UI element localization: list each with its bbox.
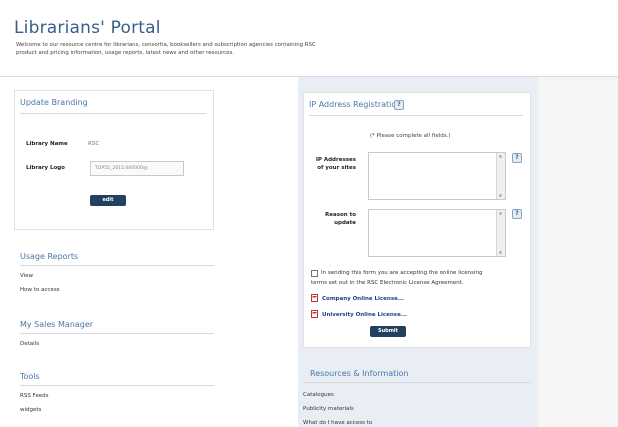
resources-heading: Resources & Information xyxy=(310,369,409,378)
university-license-link[interactable]: University Online License... xyxy=(322,312,407,318)
submit-button[interactable]: Submit xyxy=(370,326,406,337)
update-branding-heading: Update Branding xyxy=(20,98,88,107)
resources-publicity-link[interactable]: Publicity materials xyxy=(303,406,354,412)
right-column-background xyxy=(538,77,618,427)
sales-manager-details-link[interactable]: Details xyxy=(20,341,39,347)
agree-terms-text-line2: terms set out in the RSC Electronic Lice… xyxy=(311,280,464,286)
tools-divider xyxy=(20,385,214,386)
reason-label-line2: update xyxy=(334,220,356,226)
tools-widgets-link[interactable]: widgets xyxy=(20,407,41,413)
page-title: Librarians' Portal xyxy=(14,18,161,38)
ip-addresses-textarea[interactable] xyxy=(368,152,506,200)
ip-addresses-scrollbar[interactable] xyxy=(496,153,505,199)
ip-registration-help-icon[interactable]: ? xyxy=(394,100,404,110)
agree-terms-checkbox[interactable] xyxy=(311,270,318,277)
tools-rss-feeds-link[interactable]: RSS Feeds xyxy=(20,393,49,399)
reason-help-icon[interactable]: ? xyxy=(512,209,522,219)
update-branding-divider xyxy=(20,113,206,114)
ip-addresses-help-icon[interactable]: ? xyxy=(512,153,522,163)
sales-manager-divider xyxy=(20,333,214,334)
ip-registration-divider xyxy=(309,115,523,116)
sales-manager-heading: My Sales Manager xyxy=(20,320,94,329)
ip-addresses-label-line1: IP Addresses xyxy=(315,157,356,163)
reason-textarea[interactable] xyxy=(368,209,506,257)
tools-heading: Tools xyxy=(20,372,40,381)
agree-terms-text-line1: In sending this form you are accepting t… xyxy=(321,270,483,276)
library-logo-field[interactable]: TOP55_2015.000000@ xyxy=(90,161,184,176)
library-name-label: Library Name xyxy=(26,141,68,147)
pdf-icon xyxy=(311,310,318,318)
ip-registration-heading: IP Address Registration xyxy=(309,100,402,109)
usage-reports-divider xyxy=(20,265,214,266)
usage-view-link[interactable]: View xyxy=(20,273,33,279)
reason-scrollbar[interactable] xyxy=(496,210,505,256)
library-logo-label: Library Logo xyxy=(26,165,65,171)
update-branding-box xyxy=(14,90,214,230)
resources-divider xyxy=(303,382,531,383)
pdf-icon xyxy=(311,294,318,302)
company-license-link[interactable]: Company Online License... xyxy=(322,296,404,302)
usage-how-to-access-link[interactable]: How to access xyxy=(20,287,60,293)
usage-reports-heading: Usage Reports xyxy=(20,252,79,261)
ip-addresses-label-line2: of your sites xyxy=(317,165,356,171)
intro-text: Welcome to our resource centre for libra… xyxy=(16,42,316,56)
required-fields-note: (* Please complete all fields.) xyxy=(370,133,451,139)
library-name-value: RSC xyxy=(88,141,100,147)
edit-button[interactable]: edit xyxy=(90,195,126,206)
resources-access-link[interactable]: What do I have access to xyxy=(303,420,372,426)
reason-label-line1: Reason to xyxy=(325,212,356,218)
resources-catalogues-link[interactable]: Catalogues xyxy=(303,392,334,398)
